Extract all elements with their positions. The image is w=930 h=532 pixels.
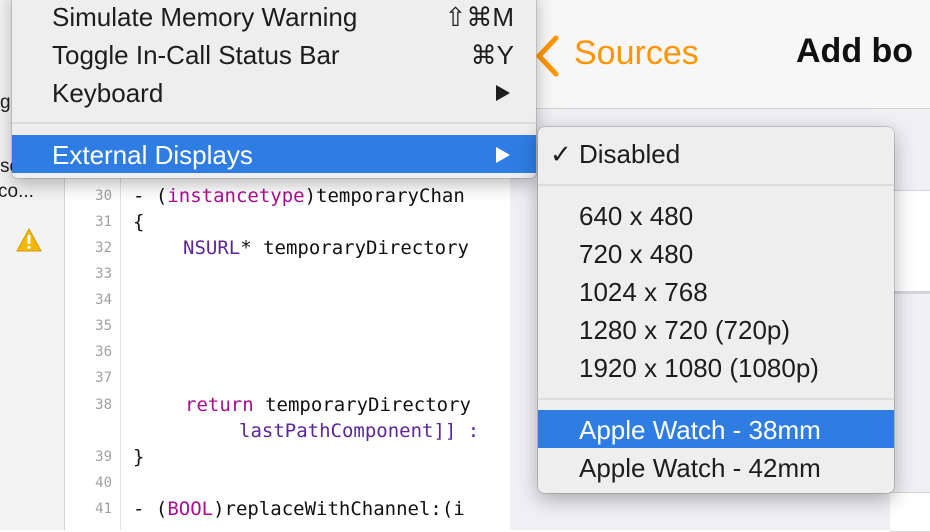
table-cell-divider: [890, 292, 930, 294]
submenu-item-label: 1024 x 768: [579, 277, 708, 307]
submenu-item-apple-watch-38mm[interactable]: Apple Watch - 38mm: [538, 410, 894, 448]
back-button[interactable]: Sources: [574, 34, 699, 73]
menu-separator: [538, 184, 894, 186]
table-cell[interactable]: [890, 492, 930, 532]
code-keyword: BOOL: [167, 498, 214, 520]
code-class: NSURL: [183, 237, 241, 259]
submenu-item-label: 1280 x 720 (720p): [579, 315, 791, 345]
submenu-item-label: Apple Watch - 38mm: [579, 415, 821, 445]
code-keyword: instancetype: [167, 185, 305, 207]
code-line[interactable]: NSURL* temporaryDirectory: [183, 237, 469, 259]
code-line[interactable]: lastPathComponent]] :: [239, 420, 479, 442]
submenu-item-1920x1080[interactable]: 1920 x 1080 (1080p): [538, 348, 894, 386]
code-token: lastPathComponent]] :: [239, 420, 480, 442]
warning-icon[interactable]: [16, 228, 42, 252]
submenu-item-label: 720 x 480: [579, 239, 694, 269]
chevron-left-icon[interactable]: [534, 34, 560, 78]
code-token: - (: [133, 498, 168, 520]
submenu-arrow-icon: [496, 147, 510, 163]
line-number: 30: [95, 188, 112, 204]
hardware-menu: Simulate Memory Warning ⇧⌘M Toggle In-Ca…: [12, 0, 536, 178]
submenu-item-label: Apple Watch - 42mm: [579, 453, 821, 483]
line-number: 33: [95, 266, 112, 282]
page-title: Add bo: [796, 32, 914, 70]
code-token: * temporaryDirectory: [240, 237, 469, 259]
line-number: 40: [95, 475, 112, 491]
submenu-item-label: 1920 x 1080 (1080p): [579, 353, 819, 383]
line-number: 37: [95, 370, 112, 386]
code-line[interactable]: {: [133, 211, 144, 233]
menu-item-external-displays[interactable]: External Displays: [12, 135, 536, 173]
menu-separator: [12, 122, 536, 124]
line-number: 39: [95, 449, 112, 465]
menu-item-shortcut: ⌘Y: [470, 40, 514, 70]
line-number: 36: [95, 344, 112, 360]
checkmark-icon: ✓: [550, 139, 572, 169]
menu-item-keyboard[interactable]: Keyboard: [12, 73, 536, 111]
external-displays-submenu: ✓ Disabled 640 x 480 720 x 480 1024 x 76…: [538, 127, 894, 493]
code-token: )temporaryChan: [304, 185, 465, 207]
submenu-arrow-icon: [496, 85, 510, 101]
submenu-item-640x480[interactable]: 640 x 480: [538, 196, 894, 234]
submenu-item-apple-watch-42mm[interactable]: Apple Watch - 42mm: [538, 448, 894, 486]
code-token: - (: [133, 185, 168, 207]
submenu-item-720x480[interactable]: 720 x 480: [538, 234, 894, 272]
code-line[interactable]: - (BOOL)replaceWithChannel:(i: [133, 498, 465, 520]
navigator-fragment[interactable]: co...: [0, 181, 34, 203]
code-token: temporaryDirectory: [253, 394, 471, 416]
menu-separator: [538, 398, 894, 400]
submenu-item-1280x720[interactable]: 1280 x 720 (720p): [538, 310, 894, 348]
simulator-navigation-bar: Sources Add bo: [510, 0, 930, 109]
navigator-fragment[interactable]: g: [0, 92, 11, 114]
table-cell[interactable]: [890, 190, 930, 292]
menu-item-shortcut: ⇧⌘M: [444, 2, 514, 32]
menu-item-label: Keyboard: [52, 78, 164, 108]
line-number: 38: [95, 397, 112, 413]
code-editor[interactable]: 30 31 32 33 34 35 36 37 38 39 40 41 - (i…: [65, 178, 525, 530]
line-number: 31: [95, 214, 112, 230]
menu-item-label: External Displays: [52, 140, 253, 170]
submenu-item-1024x768[interactable]: 1024 x 768: [538, 272, 894, 310]
code-token: )replaceWithChannel:(i: [213, 498, 465, 520]
menu-item-label: Toggle In-Call Status Bar: [52, 40, 340, 70]
line-number: 35: [95, 318, 112, 334]
submenu-item-label: Disabled: [579, 139, 681, 169]
code-line[interactable]: return temporaryDirectory: [185, 394, 471, 416]
line-number: 34: [95, 292, 112, 308]
line-number: 41: [95, 501, 112, 517]
menu-item-simulate-memory-warning[interactable]: Simulate Memory Warning ⇧⌘M: [12, 0, 536, 35]
code-line[interactable]: - (instancetype)temporaryChan: [133, 185, 465, 207]
submenu-item-disabled[interactable]: ✓ Disabled: [538, 134, 894, 172]
menu-item-label: Simulate Memory Warning: [52, 2, 358, 32]
code-line[interactable]: }: [133, 446, 144, 468]
submenu-item-label: 640 x 480: [579, 201, 694, 231]
line-number: 32: [95, 240, 112, 256]
menu-item-toggle-in-call-status-bar[interactable]: Toggle In-Call Status Bar ⌘Y: [12, 35, 536, 73]
line-number-gutter: 30 31 32 33 34 35 36 37 38 39 40 41: [65, 178, 121, 530]
code-keyword: return: [185, 394, 254, 416]
